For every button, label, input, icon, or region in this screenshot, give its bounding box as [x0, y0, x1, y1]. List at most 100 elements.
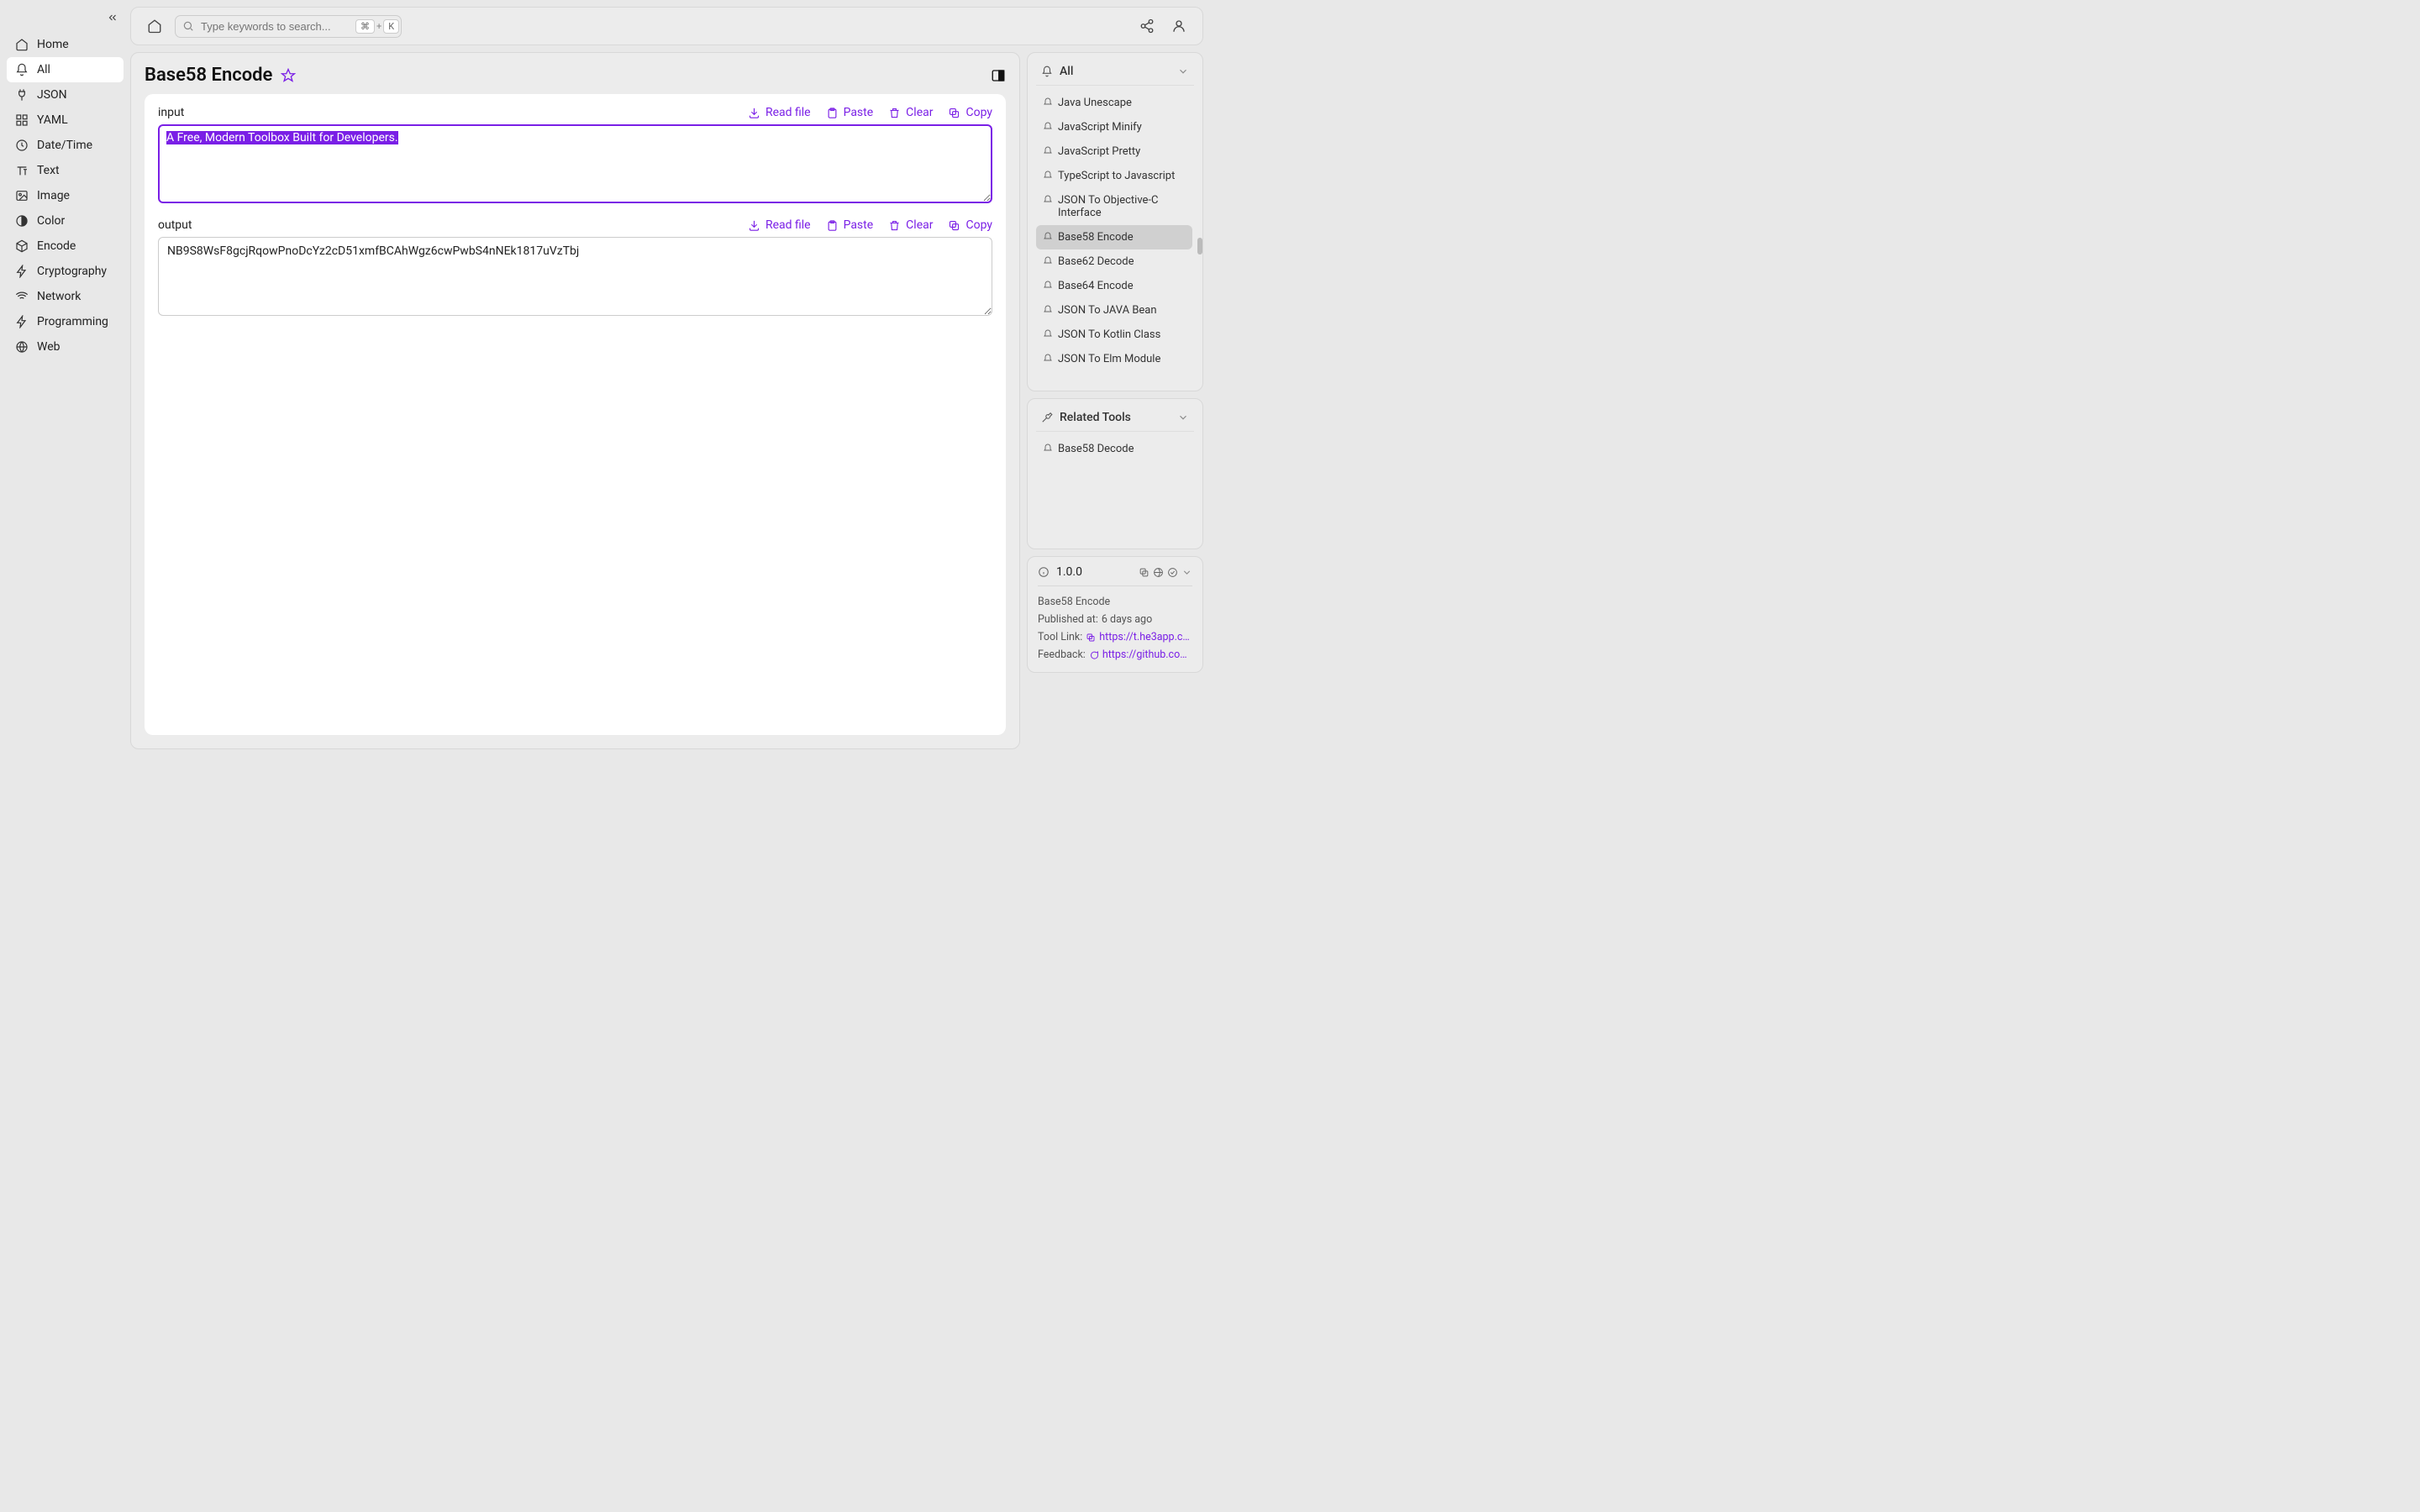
- share-button[interactable]: [1135, 14, 1159, 38]
- sidebar-item-json[interactable]: JSON: [7, 82, 124, 108]
- bell-icon: [1043, 171, 1053, 181]
- check-icon[interactable]: [1167, 567, 1178, 578]
- chevron-down-icon[interactable]: [1177, 66, 1189, 77]
- tool-link-label: Tool Link:: [1038, 631, 1082, 643]
- tool-link[interactable]: https://t.he3app.co…: [1099, 631, 1192, 643]
- output-copy-button[interactable]: Copy: [948, 218, 992, 232]
- sidebar-item-label: Encode: [37, 239, 76, 253]
- chevron-down-icon[interactable]: [1181, 567, 1192, 578]
- tool-item-base64-encode[interactable]: Base64 Encode: [1036, 274, 1192, 298]
- output-paste-button[interactable]: Paste: [826, 218, 874, 232]
- home-button[interactable]: [143, 14, 166, 38]
- sidebar: Home All JSON YAML Date/Time Text Image …: [0, 0, 130, 756]
- wrench-icon: [1041, 412, 1053, 423]
- published-label: Published at:: [1038, 613, 1098, 626]
- sidebar-item-home[interactable]: Home: [7, 32, 124, 57]
- main-area: ⌘ + K Base58 Encode: [130, 0, 1210, 756]
- bell-icon: [1043, 281, 1053, 291]
- tool-item-base58-decode[interactable]: Base58 Decode: [1036, 437, 1194, 461]
- sidebar-item-label: Date/Time: [37, 139, 92, 152]
- tool-item-base62-decode[interactable]: Base62 Decode: [1036, 249, 1192, 274]
- tool-item-java-unescape[interactable]: Java Unescape: [1036, 91, 1192, 115]
- sidebar-item-all[interactable]: All: [7, 57, 124, 82]
- sidebar-item-text[interactable]: Text: [7, 158, 124, 183]
- sidebar-item-encode[interactable]: Encode: [7, 234, 124, 259]
- search-input[interactable]: [201, 20, 349, 33]
- input-label: input: [158, 106, 184, 119]
- input-read-file-button[interactable]: Read file: [748, 106, 811, 119]
- kbd-cmd: ⌘: [355, 19, 375, 34]
- bell-icon: [1043, 146, 1053, 156]
- right-panel: All Java Unescape JavaScript Minify Java…: [1027, 52, 1203, 749]
- sidebar-item-label: JSON: [37, 88, 67, 102]
- output-read-file-button[interactable]: Read file: [748, 218, 811, 232]
- favorite-button[interactable]: [281, 68, 296, 83]
- copy-icon[interactable]: [1139, 567, 1150, 578]
- sidebar-item-network[interactable]: Network: [7, 284, 124, 309]
- sidebar-item-label: YAML: [37, 113, 68, 127]
- sidebar-item-label: All: [37, 63, 50, 76]
- message-icon: [1089, 650, 1099, 660]
- output-clear-button[interactable]: Clear: [888, 218, 933, 232]
- sidebar-item-programming[interactable]: Programming: [7, 309, 124, 334]
- image-icon: [15, 189, 29, 202]
- bell-icon: [1043, 444, 1053, 454]
- sidebar-item-label: Web: [37, 340, 60, 354]
- plug-icon: [15, 88, 29, 102]
- bell-icon: [1043, 195, 1053, 205]
- input-copy-button[interactable]: Copy: [948, 106, 992, 119]
- tool-item-json-objc[interactable]: JSON To Objective-C Interface: [1036, 188, 1192, 225]
- sidebar-item-datetime[interactable]: Date/Time: [7, 133, 124, 158]
- home-icon: [15, 38, 29, 51]
- input-textarea[interactable]: [158, 124, 992, 203]
- bell-icon: [1043, 97, 1053, 108]
- bell-icon: [1041, 66, 1053, 77]
- all-tools-title: All: [1060, 65, 1073, 78]
- tool-item-js-pretty[interactable]: JavaScript Pretty: [1036, 139, 1192, 164]
- topbar: ⌘ + K: [130, 7, 1203, 45]
- tool-item-json-java-bean[interactable]: JSON To JAVA Bean: [1036, 298, 1192, 323]
- info-card: 1.0.0 Base58 Encode Published at: 6 days…: [1027, 556, 1203, 673]
- info-tool-name: Base58 Encode: [1038, 596, 1110, 608]
- scrollbar-thumb[interactable]: [1197, 238, 1202, 255]
- feedback-link[interactable]: https://github.com/…: [1102, 648, 1192, 661]
- tool-item-ts-to-js[interactable]: TypeScript to Javascript: [1036, 164, 1192, 188]
- tool-item-js-minify[interactable]: JavaScript Minify: [1036, 115, 1192, 139]
- related-tools-title: Related Tools: [1060, 411, 1131, 424]
- sidebar-item-yaml[interactable]: YAML: [7, 108, 124, 133]
- sidebar-item-color[interactable]: Color: [7, 208, 124, 234]
- sidebar-collapse-button[interactable]: [7, 8, 124, 32]
- output-textarea[interactable]: [158, 237, 992, 316]
- feedback-label: Feedback:: [1038, 648, 1086, 661]
- input-paste-button[interactable]: Paste: [826, 106, 874, 119]
- sidebar-item-image[interactable]: Image: [7, 183, 124, 208]
- bell-icon: [1043, 329, 1053, 339]
- tool-item-base58-encode[interactable]: Base58 Encode: [1036, 225, 1192, 249]
- globe-icon[interactable]: [1153, 567, 1164, 578]
- tool-item-json-kotlin[interactable]: JSON To Kotlin Class: [1036, 323, 1192, 347]
- content-panel: Base58 Encode input Read file: [130, 52, 1020, 749]
- tool-body: input Read file Paste Clear: [145, 94, 1006, 735]
- user-button[interactable]: [1167, 14, 1191, 38]
- clock-icon: [15, 139, 29, 152]
- tool-item-json-elm[interactable]: JSON To Elm Module: [1036, 347, 1192, 371]
- bell-icon: [1043, 354, 1053, 364]
- contrast-icon: [15, 214, 29, 228]
- sidebar-item-label: Home: [37, 38, 69, 51]
- search-box[interactable]: ⌘ + K: [175, 15, 402, 38]
- all-tools-list[interactable]: Java Unescape JavaScript Minify JavaScri…: [1036, 91, 1194, 382]
- published-value: 6 days ago: [1102, 613, 1152, 626]
- input-clear-button[interactable]: Clear: [888, 106, 933, 119]
- bell-icon: [1043, 256, 1053, 266]
- kbd-k: K: [383, 19, 399, 34]
- chevron-down-icon[interactable]: [1177, 412, 1189, 423]
- version-text: 1.0.0: [1056, 565, 1082, 579]
- output-label: output: [158, 218, 192, 232]
- panel-toggle-button[interactable]: [991, 68, 1006, 83]
- search-icon: [182, 20, 194, 32]
- type-icon: [15, 164, 29, 177]
- sidebar-item-cryptography[interactable]: Cryptography: [7, 259, 124, 284]
- all-tools-card: All Java Unescape JavaScript Minify Java…: [1027, 52, 1203, 391]
- globe-icon: [15, 340, 29, 354]
- sidebar-item-web[interactable]: Web: [7, 334, 124, 360]
